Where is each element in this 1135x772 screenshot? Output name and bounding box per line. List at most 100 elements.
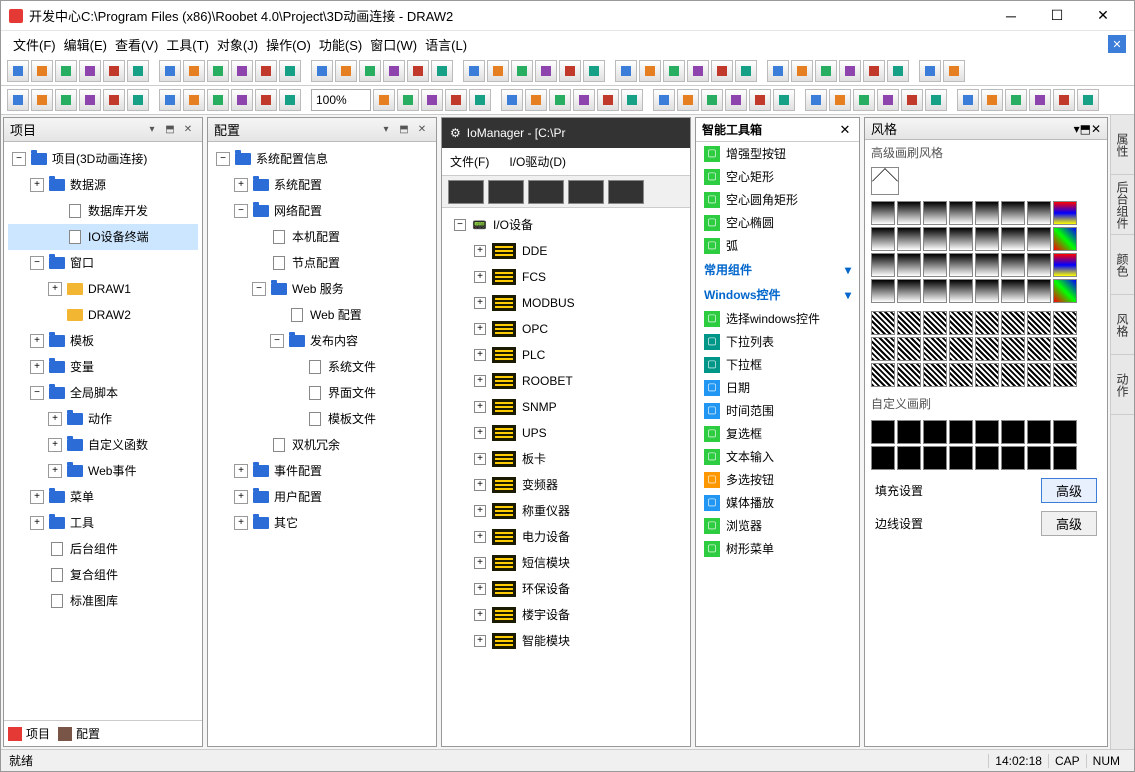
tree-item[interactable]: 数据库开发 <box>8 198 198 224</box>
tree-item[interactable]: 界面文件 <box>212 380 432 406</box>
pin-icon[interactable]: ⬒ <box>1080 122 1091 136</box>
side-tab[interactable]: 颜色 <box>1111 235 1134 295</box>
brush-swatch[interactable] <box>897 201 921 225</box>
tree-item[interactable]: +变量 <box>8 354 198 380</box>
brush-swatch[interactable] <box>1001 420 1025 444</box>
tree-root[interactable]: −系统配置信息 <box>212 146 432 172</box>
brush-swatch[interactable] <box>897 227 921 251</box>
mdi-close-button[interactable]: ✕ <box>1108 35 1126 53</box>
brush-swatch[interactable] <box>1001 363 1025 387</box>
io-device-item[interactable]: +ROOBET <box>446 368 686 394</box>
toolbar-button[interactable] <box>79 60 101 82</box>
toolbar-button[interactable] <box>805 89 827 111</box>
brush-swatch[interactable] <box>975 311 999 335</box>
toolbar-button[interactable] <box>525 89 547 111</box>
toolbox-item[interactable]: ▢空心椭圆 <box>696 211 859 234</box>
brush-swatch[interactable] <box>1001 227 1025 251</box>
toolbar-button[interactable] <box>397 89 419 111</box>
io-menu-driver[interactable]: I/O驱动(D) <box>509 153 566 170</box>
io-menu-file[interactable]: 文件(F) <box>450 153 489 170</box>
toolbar-button[interactable] <box>725 89 747 111</box>
brush-swatch[interactable] <box>1027 253 1051 277</box>
toolbar-button[interactable] <box>687 60 709 82</box>
tree-item[interactable]: +系统配置 <box>212 172 432 198</box>
toolbar-button[interactable] <box>663 60 685 82</box>
brush-swatch[interactable] <box>1053 201 1077 225</box>
io-device-item[interactable]: +MODBUS <box>446 290 686 316</box>
side-tab[interactable]: 属性 <box>1111 115 1134 175</box>
toolbox-item[interactable]: ▢日期 <box>696 376 859 399</box>
toolbox-item[interactable]: ▢浏览器 <box>696 514 859 537</box>
tree-item[interactable]: 双机冗余 <box>212 432 432 458</box>
brush-swatch[interactable] <box>897 279 921 303</box>
toolbox-item[interactable]: ▢多选按钮 <box>696 468 859 491</box>
toolbar-button[interactable] <box>159 60 181 82</box>
toolbar-button[interactable] <box>549 89 571 111</box>
toolbar-button[interactable] <box>255 60 277 82</box>
io-device-item[interactable]: +智能模块 <box>446 628 686 654</box>
io-device-item[interactable]: +PLC <box>446 342 686 368</box>
toolbar-button[interactable] <box>501 89 523 111</box>
toolbar-button[interactable] <box>749 89 771 111</box>
toolbar-button[interactable] <box>791 60 813 82</box>
toolbar-button[interactable] <box>231 89 253 111</box>
brush-swatch[interactable] <box>871 279 895 303</box>
toolbar-button[interactable] <box>735 60 757 82</box>
toolbar-button[interactable] <box>767 60 789 82</box>
tree-item[interactable]: +Web事件 <box>8 458 198 484</box>
brush-swatch[interactable] <box>1053 279 1077 303</box>
brush-swatch[interactable] <box>949 420 973 444</box>
brush-swatch[interactable] <box>1027 446 1051 470</box>
tree-item[interactable]: 模板文件 <box>212 406 432 432</box>
io-device-item[interactable]: +DDE <box>446 238 686 264</box>
toolbox-item[interactable]: ▢空心圆角矩形 <box>696 188 859 211</box>
toolbar-button[interactable] <box>943 60 965 82</box>
toolbar-button[interactable] <box>639 60 661 82</box>
brush-swatch[interactable] <box>1053 311 1077 335</box>
brush-swatch[interactable] <box>975 337 999 361</box>
toolbar-button[interactable] <box>279 89 301 111</box>
menu-操作(O)[interactable]: 操作(O) <box>262 36 315 55</box>
tree-item[interactable]: 后台组件 <box>8 536 198 562</box>
fill-advanced-button[interactable]: 高级 <box>1041 478 1097 503</box>
toolbar-button[interactable] <box>853 89 875 111</box>
toolbar-button[interactable] <box>469 89 491 111</box>
pin-icon[interactable]: ⬒ <box>396 122 412 138</box>
brush-swatch[interactable] <box>871 420 895 444</box>
brush-swatch[interactable] <box>1001 201 1025 225</box>
brush-swatch[interactable] <box>975 363 999 387</box>
toolbar-button[interactable] <box>957 89 979 111</box>
menu-语言(L)[interactable]: 语言(L) <box>421 36 471 55</box>
io-tool-3[interactable] <box>528 180 564 204</box>
toolbar-button[interactable] <box>159 89 181 111</box>
toolbar-button[interactable] <box>431 60 453 82</box>
brush-swatch[interactable] <box>975 420 999 444</box>
toolbar-button[interactable] <box>573 89 595 111</box>
io-device-item[interactable]: +SNMP <box>446 394 686 420</box>
tree-item[interactable]: +动作 <box>8 406 198 432</box>
toolbar-button[interactable] <box>487 60 509 82</box>
dropdown-icon[interactable]: ▾ <box>378 122 394 138</box>
brush-swatch[interactable] <box>1027 279 1051 303</box>
brush-swatch[interactable] <box>949 337 973 361</box>
toolbar-button[interactable] <box>231 60 253 82</box>
brush-swatch[interactable] <box>1053 446 1077 470</box>
brush-swatch[interactable] <box>897 420 921 444</box>
brush-swatch[interactable] <box>897 363 921 387</box>
tree-item[interactable]: 本机配置 <box>212 224 432 250</box>
brush-swatch[interactable] <box>1053 420 1077 444</box>
tree-item[interactable]: 系统文件 <box>212 354 432 380</box>
tree-item[interactable]: +模板 <box>8 328 198 354</box>
panel-close-icon[interactable]: ✕ <box>1091 122 1101 136</box>
brush-swatch[interactable] <box>949 227 973 251</box>
brush-swatch[interactable] <box>923 279 947 303</box>
brush-swatch[interactable] <box>1001 446 1025 470</box>
brush-swatch[interactable] <box>1001 253 1025 277</box>
toolbox-category[interactable]: Windows控件▾ <box>696 282 859 307</box>
toolbar-button[interactable] <box>839 60 861 82</box>
brush-swatch[interactable] <box>1001 311 1025 335</box>
toolbar-button[interactable] <box>1077 89 1099 111</box>
brush-swatch[interactable] <box>923 420 947 444</box>
toolbar-button[interactable] <box>901 89 923 111</box>
brush-swatch[interactable] <box>949 363 973 387</box>
